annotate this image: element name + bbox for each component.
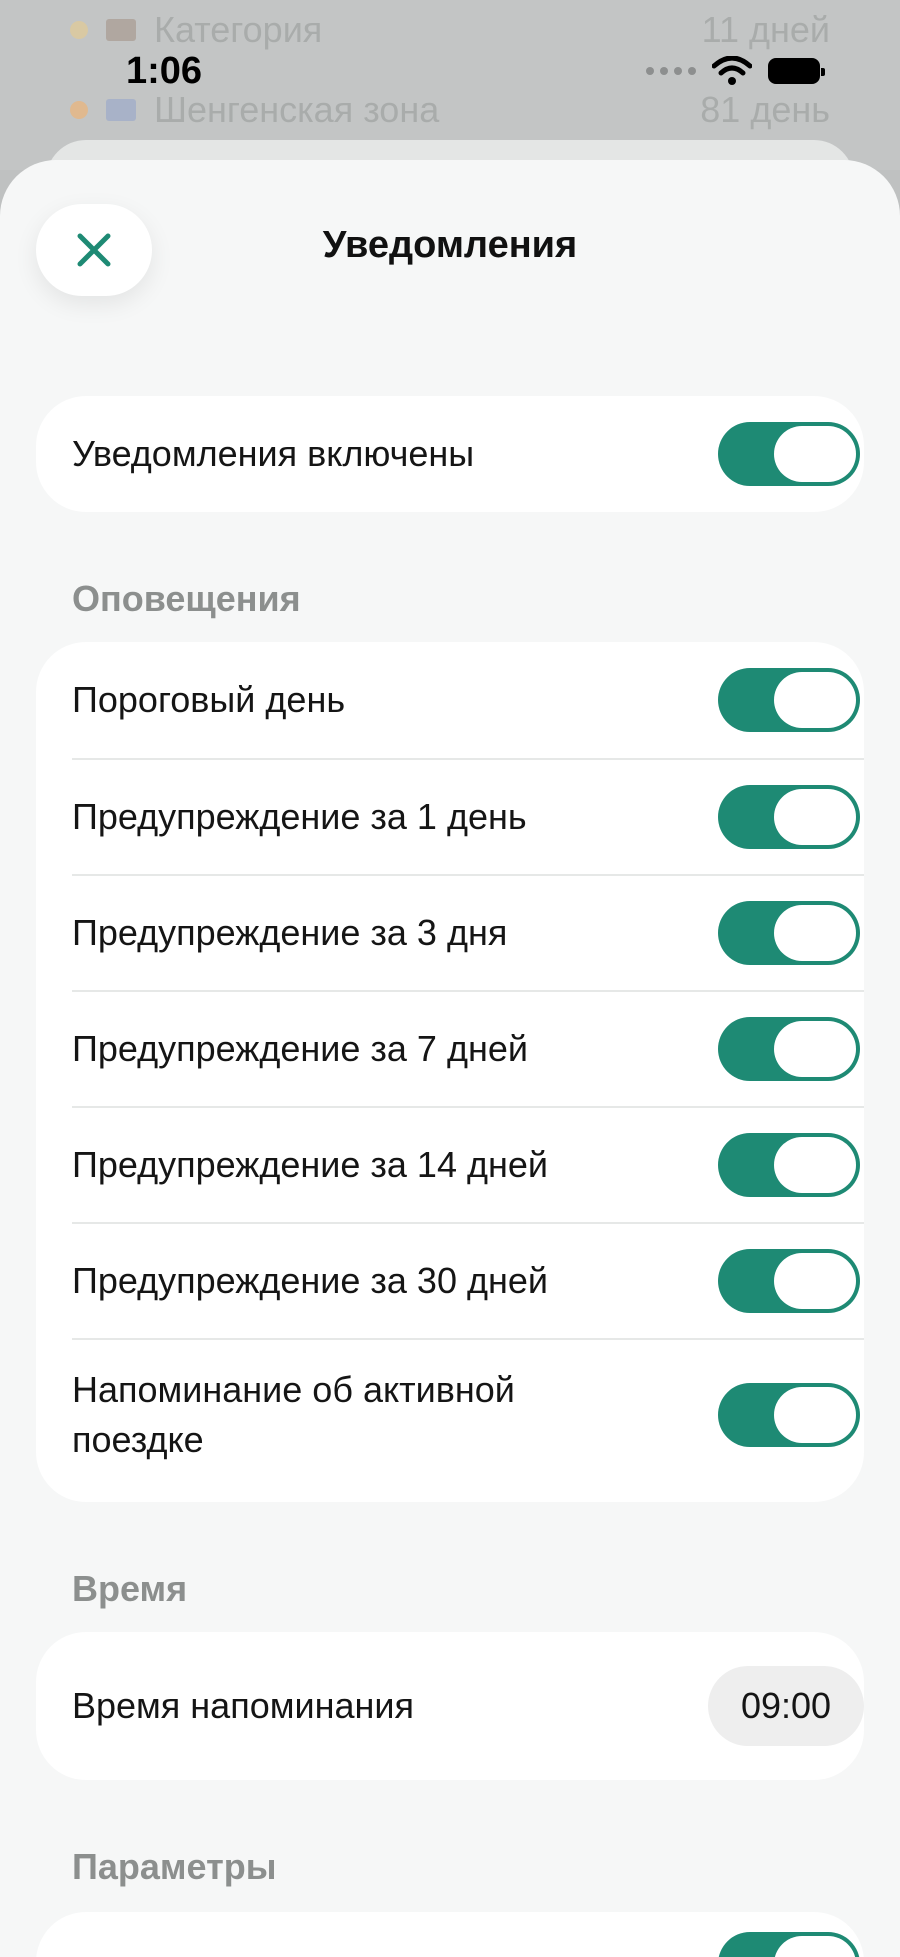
params-card xyxy=(36,1912,864,1957)
battery-icon xyxy=(768,58,825,84)
status-bar: 1:06 xyxy=(0,40,900,110)
alert-label: Предупреждение за 3 дня xyxy=(72,912,508,953)
alert-row: Предупреждение за 30 дней xyxy=(72,1224,864,1338)
alert-row: Предупреждение за 7 дней xyxy=(72,992,864,1106)
time-row: Время напоминания 09:00 xyxy=(72,1632,864,1780)
dot-icon xyxy=(70,21,88,39)
alert-row: Пороговый день xyxy=(72,642,864,758)
alert-label: Предупреждение за 1 день xyxy=(72,796,527,837)
master-toggle[interactable] xyxy=(718,422,860,486)
params-toggle[interactable] xyxy=(718,1932,860,1957)
alert-label: Пороговый день xyxy=(72,679,346,720)
notifications-sheet: Уведомления Уведомления включены Оповеще… xyxy=(0,160,900,1957)
alert-label: Предупреждение за 7 дней xyxy=(72,1028,528,1069)
master-toggle-card: Уведомления включены xyxy=(36,396,864,512)
alert-label: Напоминание об активной поездке xyxy=(72,1369,515,1460)
alerts-card: Пороговый день Предупреждение за 1 день … xyxy=(36,642,864,1502)
alert-label: Предупреждение за 30 дней xyxy=(72,1260,548,1301)
alert-toggle-active-trip[interactable] xyxy=(718,1383,860,1447)
master-toggle-label: Уведомления включены xyxy=(72,433,475,474)
alert-toggle-1-day[interactable] xyxy=(718,785,860,849)
alert-label: Предупреждение за 14 дней xyxy=(72,1144,548,1185)
cellular-signal-icon xyxy=(646,67,696,75)
alert-row: Предупреждение за 1 день xyxy=(72,760,864,874)
time-card: Время напоминания 09:00 xyxy=(36,1632,864,1780)
alert-toggle-14-days[interactable] xyxy=(718,1133,860,1197)
section-title-time: Время xyxy=(72,1568,188,1609)
page-title: Уведомления xyxy=(322,224,578,266)
alert-toggle-7-days[interactable] xyxy=(718,1017,860,1081)
flag-icon xyxy=(106,19,136,41)
alert-row: Предупреждение за 14 дней xyxy=(72,1108,864,1222)
alert-toggle-3-days[interactable] xyxy=(718,901,860,965)
alert-row: Напоминание об активной поездке xyxy=(72,1340,864,1490)
alert-toggle-threshold[interactable] xyxy=(718,668,860,732)
time-label: Время напоминания xyxy=(72,1685,414,1726)
status-time: 1:06 xyxy=(126,50,203,92)
section-title-alerts: Оповещения xyxy=(72,578,301,619)
section-title-params: Параметры xyxy=(72,1846,277,1887)
params-row xyxy=(72,1912,864,1957)
wifi-icon xyxy=(712,56,752,85)
alert-row: Предупреждение за 3 дня xyxy=(72,876,864,990)
alert-toggle-30-days[interactable] xyxy=(718,1249,860,1313)
time-picker[interactable]: 09:00 xyxy=(708,1666,864,1746)
master-toggle-row: Уведомления включены xyxy=(72,396,864,512)
